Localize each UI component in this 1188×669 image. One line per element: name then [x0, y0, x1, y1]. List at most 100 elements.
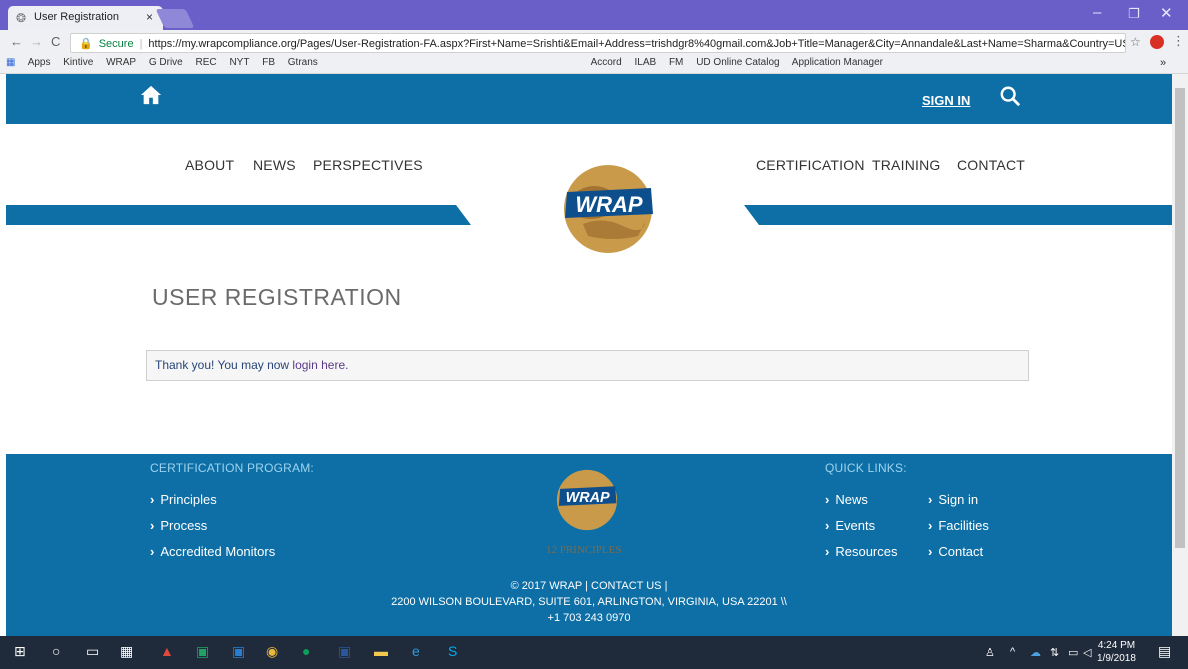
copyright-line[interactable]: © 2017 WRAP | CONTACT US | — [6, 580, 1172, 592]
bookmark-item[interactable]: ILAB — [634, 57, 656, 68]
address-bar[interactable]: 🔒 Secure | https://my.wrapcompliance.org/Pa… — [70, 33, 1126, 53]
chevron-right-icon: › — [825, 518, 830, 533]
separator: | — [139, 38, 143, 50]
twelve-principles-label[interactable]: 12 PRINCIPLES — [546, 544, 622, 556]
url-text: https://my.wrapcompliance.org/Pages/User… — [148, 38, 1126, 50]
phone-line: +1 703 243 0970 — [547, 612, 631, 624]
scrollbar-thumb[interactable] — [1175, 88, 1185, 548]
chrome-icon[interactable]: ◉ — [266, 643, 278, 660]
wrap-favicon-icon: ❂ — [16, 11, 27, 25]
success-message: Thank you! You may now login here. — [146, 350, 1029, 381]
footer-link-principles[interactable]: › Principles — [150, 492, 217, 507]
bookmark-item[interactable]: FM — [669, 57, 683, 68]
nav-training[interactable]: TRAINING — [872, 157, 941, 173]
tray-chevron-icon[interactable]: ^ — [1010, 646, 1015, 658]
people-icon[interactable]: ♙ — [985, 646, 995, 659]
link-label: Resources — [835, 544, 898, 559]
file-explorer-icon[interactable]: ▬ — [374, 643, 388, 659]
home-icon[interactable] — [140, 84, 162, 106]
bookmark-item[interactable]: FB — [262, 57, 275, 68]
star-bookmark-icon[interactable]: ☆ — [1130, 35, 1141, 49]
link-label: News — [835, 492, 868, 507]
nav-certification[interactable]: CERTIFICATION — [756, 157, 865, 173]
edge-icon[interactable]: e — [412, 643, 420, 659]
acrobat-icon[interactable]: ▲ — [160, 643, 174, 659]
quick-link-news[interactable]: › News — [825, 492, 868, 507]
back-icon[interactable]: ← — [10, 34, 23, 49]
close-tab-icon[interactable]: × — [146, 10, 153, 24]
footer-link-accredited-monitors[interactable]: › Accredited Monitors — [150, 544, 275, 559]
outlook-icon[interactable]: ▣ — [232, 643, 245, 660]
web-page: SIGN IN ABOUT NEWS PERSPECTIVES CERTIFIC… — [6, 74, 1172, 636]
volume-icon[interactable]: ◁ — [1083, 646, 1091, 659]
cert-heading: CERTIFICATION PROGRAM: — [150, 461, 314, 475]
windows-start-icon[interactable]: ⊞ — [14, 643, 26, 660]
chevron-right-icon: › — [150, 492, 155, 507]
bookmark-item[interactable]: Kintive — [63, 57, 93, 68]
link-label: Accredited Monitors — [160, 544, 276, 559]
close-window-icon[interactable]: ✕ — [1160, 4, 1173, 22]
action-center-icon[interactable]: ▤ — [1158, 643, 1171, 660]
nav-news[interactable]: NEWS — [253, 157, 296, 173]
search-icon[interactable] — [999, 85, 1021, 107]
quick-link-contact[interactable]: › Contact — [928, 544, 983, 559]
login-link[interactable]: login here. — [292, 358, 348, 372]
excel-icon[interactable]: ▣ — [196, 643, 209, 660]
clock-date: 1/9/2018 — [1097, 653, 1136, 664]
bookmarks-more-icon[interactable]: » — [1160, 57, 1166, 69]
reload-icon[interactable]: C — [51, 34, 60, 49]
nav-about[interactable]: ABOUT — [185, 157, 234, 173]
bookmark-item[interactable]: NYT — [229, 57, 249, 68]
adblock-icon[interactable] — [1150, 35, 1164, 49]
bookmarks-bar: ▦ Apps Kintive WRAP G Drive REC NYT FB G… — [0, 54, 1188, 74]
network-icon[interactable]: ⇅ — [1050, 646, 1059, 659]
bookmark-item[interactable]: Gtrans — [288, 57, 318, 68]
svg-text:WRAP: WRAP — [566, 490, 610, 506]
bookmark-item[interactable]: G Drive — [149, 57, 183, 68]
quick-link-facilities[interactable]: › Facilities — [928, 518, 989, 533]
footer-wrap-logo[interactable]: WRAP — [551, 464, 623, 536]
word-icon[interactable]: ▣ — [338, 643, 351, 660]
quick-link-resources[interactable]: › Resources — [825, 544, 897, 559]
chevron-right-icon: › — [825, 544, 830, 559]
vertical-scrollbar[interactable] — [1172, 74, 1188, 636]
quick-link-sign-in[interactable]: › Sign in — [928, 492, 978, 507]
chevron-right-icon: › — [150, 518, 155, 533]
wrap-logo[interactable]: WRAP — [553, 154, 663, 264]
onedrive-icon[interactable]: ☁ — [1030, 646, 1041, 659]
cortana-icon[interactable]: ○ — [52, 643, 60, 659]
sign-in-link[interactable]: SIGN IN — [922, 93, 970, 108]
message-text: Thank you! You may now — [155, 358, 293, 372]
bookmark-item[interactable]: Apps — [28, 57, 51, 68]
bookmark-item[interactable]: WRAP — [106, 57, 136, 68]
nav-contact[interactable]: CONTACT — [957, 157, 1025, 173]
footer-link-process[interactable]: › Process — [150, 518, 207, 533]
forward-icon[interactable]: → — [30, 34, 43, 49]
bookmark-item[interactable]: Accord — [591, 57, 622, 68]
quick-links-heading: QUICK LINKS: — [825, 461, 907, 475]
bookmark-item[interactable]: UD Online Catalog — [696, 57, 779, 68]
secure-label: Secure — [98, 38, 134, 50]
nav-perspectives[interactable]: PERSPECTIVES — [313, 157, 423, 173]
link-label: Process — [160, 518, 208, 533]
task-view-icon[interactable]: ▭ — [86, 643, 99, 660]
bookmark-item[interactable]: Application Manager — [792, 57, 883, 68]
apps-grid-icon[interactable]: ▦ — [6, 57, 15, 68]
quick-link-events[interactable]: › Events — [825, 518, 875, 533]
link-label: Contact — [938, 544, 984, 559]
minimize-icon[interactable]: – — [1093, 4, 1101, 21]
skype-icon[interactable]: S — [448, 643, 457, 659]
battery-icon[interactable]: ▭ — [1068, 646, 1078, 659]
taskbar-clock[interactable]: 4:24 PM 1/9/2018 — [1097, 639, 1136, 665]
calculator-icon[interactable]: ▦ — [120, 643, 133, 660]
hangouts-icon[interactable]: ● — [302, 643, 310, 659]
address-line: 2200 WILSON BOULEVARD, SUITE 601, ARLING… — [391, 596, 787, 608]
clock-time: 4:24 PM — [1097, 640, 1136, 651]
bookmark-item[interactable]: REC — [196, 57, 217, 68]
browser-tab[interactable]: ❂ User Registration × — [8, 6, 163, 30]
link-label: Sign in — [938, 492, 979, 507]
menu-kebab-icon[interactable]: ⋮ — [1172, 33, 1185, 49]
lock-icon: 🔒 — [79, 38, 93, 50]
header-stripe-right — [744, 205, 1172, 225]
maximize-icon[interactable]: ❐ — [1128, 6, 1140, 22]
